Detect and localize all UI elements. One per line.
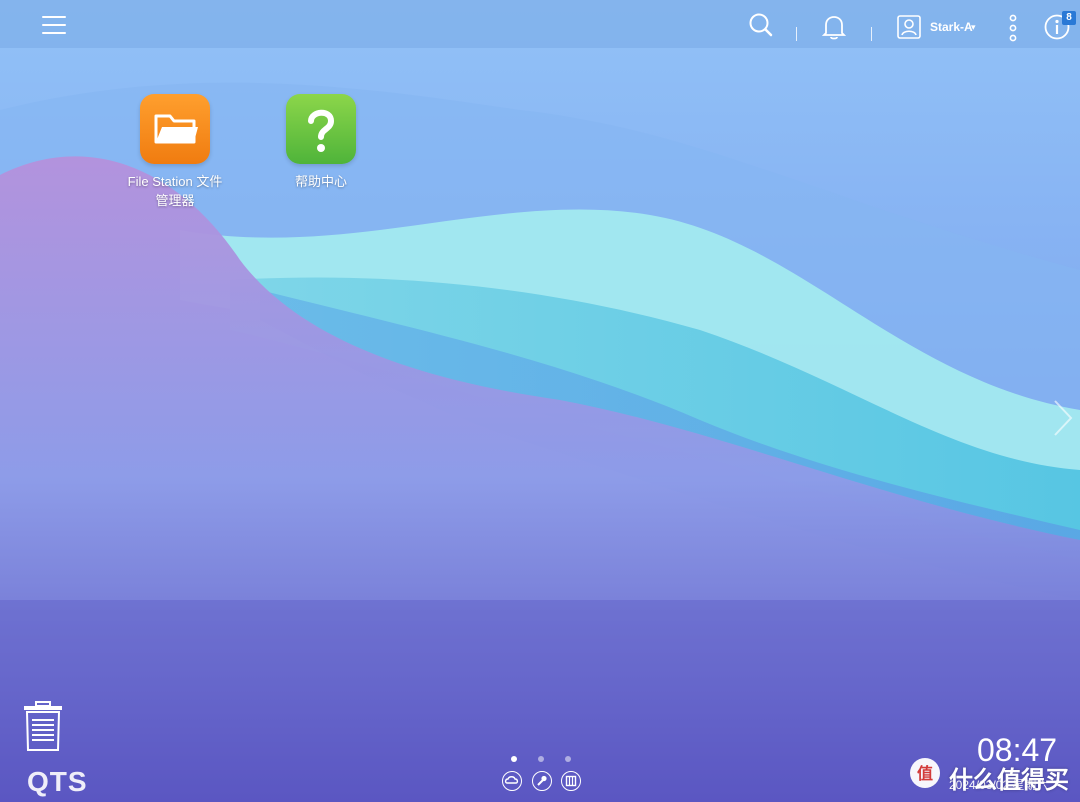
separator xyxy=(796,27,797,41)
myqnapcloud-icon[interactable] xyxy=(502,771,522,791)
user-icon[interactable] xyxy=(897,15,921,44)
chevron-down-icon[interactable]: ▾ xyxy=(971,22,976,33)
file-station-app[interactable]: File Station 文件 管理器 xyxy=(115,94,235,210)
folder-icon xyxy=(140,94,210,164)
chevron-right-icon[interactable] xyxy=(1052,398,1074,443)
page-dot-3[interactable] xyxy=(565,756,571,762)
notification-count-badge: 8 xyxy=(1062,11,1076,25)
qts-logo: QTS xyxy=(27,766,88,797)
help-center-app[interactable]: 帮助中心 xyxy=(261,94,381,191)
vertical-dots-icon[interactable] xyxy=(1006,14,1020,47)
app-label-line1: 帮助中心 xyxy=(294,174,347,189)
smzdm-logo-icon: 值 xyxy=(908,756,942,795)
hamburger-menu-icon[interactable] xyxy=(42,14,68,36)
tools-icon[interactable] xyxy=(532,771,552,791)
search-icon[interactable] xyxy=(748,12,774,43)
watermark-text: 什么值得买 xyxy=(949,767,1069,794)
top-bar: Stark-A ▾ 8 xyxy=(0,0,1080,48)
user-name[interactable]: Stark-A xyxy=(930,20,973,34)
page-dot-1[interactable] xyxy=(511,756,517,762)
bell-icon[interactable] xyxy=(821,14,847,45)
svg-text:值: 值 xyxy=(917,764,933,783)
question-mark-icon xyxy=(286,94,356,164)
page-dot-2[interactable] xyxy=(538,756,544,762)
app-label-line1: File Station 文件 xyxy=(127,174,223,189)
dashboard-icon[interactable] xyxy=(561,771,581,791)
app-label-line2: 管理器 xyxy=(155,193,195,208)
separator xyxy=(871,27,872,41)
recycle-bin-icon[interactable] xyxy=(22,700,64,757)
